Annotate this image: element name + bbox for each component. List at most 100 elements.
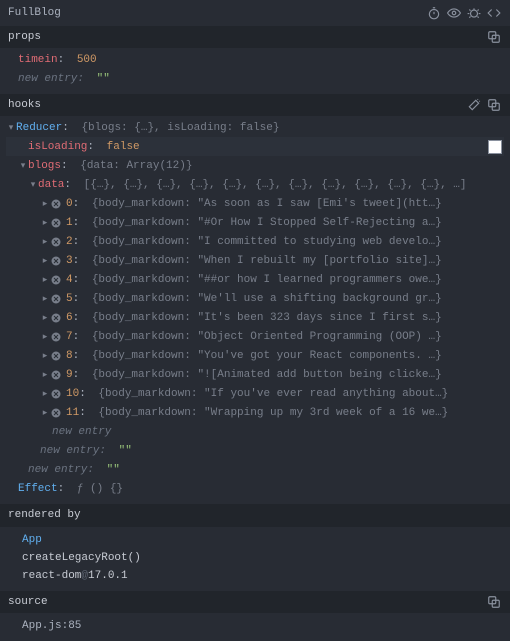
array-item-row[interactable]: ▸0: {body_markdown: "As soon as I saw [E… bbox=[6, 194, 504, 213]
blogs-preview: {data: Array(12)} bbox=[80, 157, 192, 175]
array-index: 10 bbox=[66, 385, 79, 403]
array-item-preview: {body_markdown: "##or how I learned prog… bbox=[92, 271, 442, 289]
caret-right-icon[interactable]: ▸ bbox=[40, 254, 50, 269]
array-index: 2 bbox=[66, 233, 73, 251]
remove-icon[interactable] bbox=[50, 217, 62, 229]
remove-icon[interactable] bbox=[50, 388, 62, 400]
array-item-row[interactable]: ▸11: {body_markdown: "Wrapping up my 3rd… bbox=[6, 403, 504, 422]
array-item-preview: {body_markdown: "Object Oriented Program… bbox=[92, 328, 442, 346]
isloading-value: false bbox=[107, 138, 140, 156]
array-index: 1 bbox=[66, 214, 73, 232]
source-section-header: source bbox=[0, 591, 510, 613]
array-item-preview: {body_markdown: "We'll use a shifting ba… bbox=[92, 290, 442, 308]
caret-right-icon[interactable]: ▸ bbox=[40, 406, 50, 421]
rendered-by-app-link[interactable]: App bbox=[0, 531, 510, 549]
array-item-row[interactable]: ▸2: {body_markdown: "I committed to stud… bbox=[6, 232, 504, 251]
array-item-preview: {body_markdown: "You've got your React c… bbox=[92, 347, 442, 365]
source-file[interactable]: App.js:85 bbox=[0, 617, 510, 635]
array-item-row[interactable]: ▸8: {body_markdown: "You've got your Rea… bbox=[6, 346, 504, 365]
source-content: App.js:85 bbox=[0, 613, 510, 641]
remove-icon[interactable] bbox=[50, 255, 62, 267]
caret-down-icon[interactable]: ▾ bbox=[18, 159, 28, 174]
caret-right-icon[interactable]: ▸ bbox=[40, 235, 50, 250]
caret-down-icon[interactable]: ▾ bbox=[28, 178, 38, 193]
rendered-by-create-legacy: createLegacyRoot() bbox=[0, 549, 510, 567]
caret-right-icon[interactable]: ▸ bbox=[40, 368, 50, 383]
hooks-section-header: hooks bbox=[0, 94, 510, 116]
effect-value: ƒ () {} bbox=[77, 480, 123, 498]
component-header: FullBlog bbox=[0, 0, 510, 26]
state-blogs-row[interactable]: ▾ blogs: {data: Array(12)} bbox=[6, 156, 504, 175]
remove-icon[interactable] bbox=[50, 407, 62, 419]
caret-right-icon[interactable]: ▸ bbox=[40, 387, 50, 402]
caret-right-icon[interactable]: ▸ bbox=[40, 330, 50, 345]
array-item-row[interactable]: ▸1: {body_markdown: "#Or How I Stopped S… bbox=[6, 213, 504, 232]
state-data-row[interactable]: ▾ data: [{…}, {…}, {…}, {…}, {…}, {…}, {… bbox=[6, 175, 504, 194]
caret-right-icon[interactable]: ▸ bbox=[40, 216, 50, 231]
remove-icon[interactable] bbox=[50, 293, 62, 305]
array-index: 0 bbox=[66, 195, 73, 213]
magic-wand-icon[interactable] bbox=[464, 96, 484, 114]
array-item-row[interactable]: ▸10: {body_markdown: "If you've ever rea… bbox=[6, 384, 504, 403]
caret-right-icon[interactable]: ▸ bbox=[40, 292, 50, 307]
array-item-row[interactable]: ▸4: {body_markdown: "##or how I learned … bbox=[6, 270, 504, 289]
state-isloading-row[interactable]: isLoading: false bbox=[6, 137, 504, 156]
data-preview: [{…}, {…}, {…}, {…}, {…}, {…}, {…}, {…},… bbox=[84, 176, 467, 194]
hook-reducer-row[interactable]: ▾ Reducer: {blogs: {…}, isLoading: false… bbox=[6, 118, 504, 137]
array-item-preview: {body_markdown: "When I rebuilt my [port… bbox=[92, 252, 442, 270]
copy-icon[interactable] bbox=[484, 28, 504, 46]
props-label: props bbox=[8, 28, 41, 46]
remove-icon[interactable] bbox=[50, 236, 62, 248]
array-item-preview: {body_markdown: "As soon as I saw [Emi's… bbox=[92, 195, 442, 213]
isloading-key: isLoading bbox=[28, 138, 87, 156]
remove-icon[interactable] bbox=[50, 350, 62, 362]
remove-icon[interactable] bbox=[50, 198, 62, 210]
prop-new-entry[interactable]: new entry: "" bbox=[6, 69, 504, 88]
checkbox[interactable] bbox=[488, 140, 502, 154]
array-item-row[interactable]: ▸3: {body_markdown: "When I rebuilt my [… bbox=[6, 251, 504, 270]
array-item-row[interactable]: ▸5: {body_markdown: "We'll use a shiftin… bbox=[6, 289, 504, 308]
props-tree: timein: 500 new entry: "" bbox=[0, 48, 510, 94]
view-source-icon[interactable] bbox=[484, 4, 504, 22]
rendered-by-react-dom: react-dom@17.0.1 bbox=[0, 567, 510, 585]
remove-icon[interactable] bbox=[50, 312, 62, 324]
hook-reducer-label: Reducer bbox=[16, 119, 62, 137]
remove-icon[interactable] bbox=[50, 274, 62, 286]
caret-right-icon[interactable]: ▸ bbox=[40, 197, 50, 212]
array-index: 5 bbox=[66, 290, 73, 308]
bug-icon[interactable] bbox=[464, 4, 484, 22]
hooks-tree: ▾ Reducer: {blogs: {…}, isLoading: false… bbox=[0, 116, 510, 504]
array-index: 6 bbox=[66, 309, 73, 327]
remove-icon[interactable] bbox=[50, 369, 62, 381]
remove-icon[interactable] bbox=[50, 331, 62, 343]
copy-icon[interactable] bbox=[484, 593, 504, 611]
array-item-row[interactable]: ▸6: {body_markdown: "It's been 323 days … bbox=[6, 308, 504, 327]
new-entry-inner[interactable]: new entry bbox=[6, 422, 504, 441]
rendered-by-label: rendered by bbox=[8, 506, 81, 524]
new-entry-outer[interactable]: new entry: "" bbox=[6, 460, 504, 479]
array-index: 9 bbox=[66, 366, 73, 384]
hook-effect-row[interactable]: Effect: ƒ () {} bbox=[6, 479, 504, 498]
caret-right-icon[interactable]: ▸ bbox=[40, 311, 50, 326]
array-item-row[interactable]: ▸9: {body_markdown: "![Animated add butt… bbox=[6, 365, 504, 384]
new-entry-value: "" bbox=[97, 70, 110, 88]
caret-right-icon[interactable]: ▸ bbox=[40, 349, 50, 364]
suspend-icon[interactable] bbox=[424, 4, 444, 22]
array-item-row[interactable]: ▸7: {body_markdown: "Object Oriented Pro… bbox=[6, 327, 504, 346]
hook-reducer-preview: {blogs: {…}, isLoading: false} bbox=[81, 119, 279, 137]
caret-down-icon[interactable]: ▾ bbox=[6, 121, 16, 136]
array-item-preview: {body_markdown: "#Or How I Stopped Self-… bbox=[92, 214, 442, 232]
prop-value: 500 bbox=[77, 51, 97, 69]
data-key: data bbox=[38, 176, 64, 194]
copy-icon[interactable] bbox=[484, 96, 504, 114]
prop-timein[interactable]: timein: 500 bbox=[6, 50, 504, 69]
new-entry-mid[interactable]: new entry: "" bbox=[6, 441, 504, 460]
prop-key: timein bbox=[18, 51, 58, 69]
array-index: 8 bbox=[66, 347, 73, 365]
array-index: 7 bbox=[66, 328, 73, 346]
array-index: 11 bbox=[66, 404, 79, 422]
eye-icon[interactable] bbox=[444, 4, 464, 22]
hooks-label: hooks bbox=[8, 96, 41, 114]
caret-right-icon[interactable]: ▸ bbox=[40, 273, 50, 288]
props-section-header: props bbox=[0, 26, 510, 48]
